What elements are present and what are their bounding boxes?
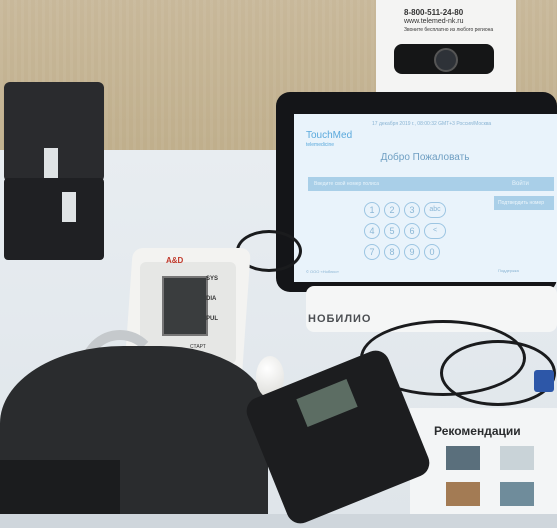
webcam-lens [434,48,458,72]
bp-label-dia: DIA [206,296,217,302]
box-label-sticker [62,192,76,222]
screen-datetime: 17 декабря 2019 г., 08:00:32 GMT+3 Росси… [372,121,492,127]
keypad-key-6[interactable]: 6 [404,223,420,239]
keypad-key-3[interactable]: 3 [404,202,420,218]
keypad-key-1[interactable]: 1 [364,202,380,218]
keypad-key-backspace[interactable]: < [424,223,446,239]
touchmed-logo-sub: telemedicine [306,142,335,148]
bp-label-sys: SYS [206,276,219,282]
screen-footer-left: © ООО «Ноблио» [306,269,339,274]
keypad-key-9[interactable]: 9 [404,244,420,260]
dark-device-box-bottom [4,178,104,260]
poster-title: Рекомендации [434,424,521,438]
keypad-key-4[interactable]: 4 [364,223,380,239]
touchmed-logo: TouchMed [306,130,353,141]
bp-label-pul: PUL [206,316,218,322]
blue-connector [534,370,554,392]
bp-brand-logo: A&D [166,256,184,265]
keypad-key-5[interactable]: 5 [384,223,400,239]
poster-image [446,446,480,470]
keypad-key-7[interactable]: 7 [364,244,380,260]
poster-image [500,446,534,470]
camera-plate-site: www.telemed-nk.ru [404,18,464,25]
keypad-key-abc[interactable]: abc [424,202,446,218]
bp-lcd-display [162,276,208,336]
policy-input-placeholder: Введите свой номер полиса [314,181,380,187]
keypad-key-8[interactable]: 8 [384,244,400,260]
camera-plate-line: Звоните бесплатно из любого региона [404,27,494,33]
bp-cuff-edge [0,460,120,514]
confirm-number-label: Подтвердить номер [498,200,545,206]
keypad-key-2[interactable]: 2 [384,202,400,218]
box-label-sticker [44,148,58,178]
screen-footer-right: Поддержка [498,268,519,273]
poster-image [500,482,534,506]
keypad-key-0[interactable]: 0 [424,244,440,260]
login-button[interactable]: Войти [512,181,529,187]
welcome-heading: Добро Пожаловать [380,152,470,163]
camera-plate-phone: 8-800-511-24-80 [404,8,464,17]
monitor-brand-label: НОБИЛИО [308,313,372,325]
poster-image [446,482,480,506]
